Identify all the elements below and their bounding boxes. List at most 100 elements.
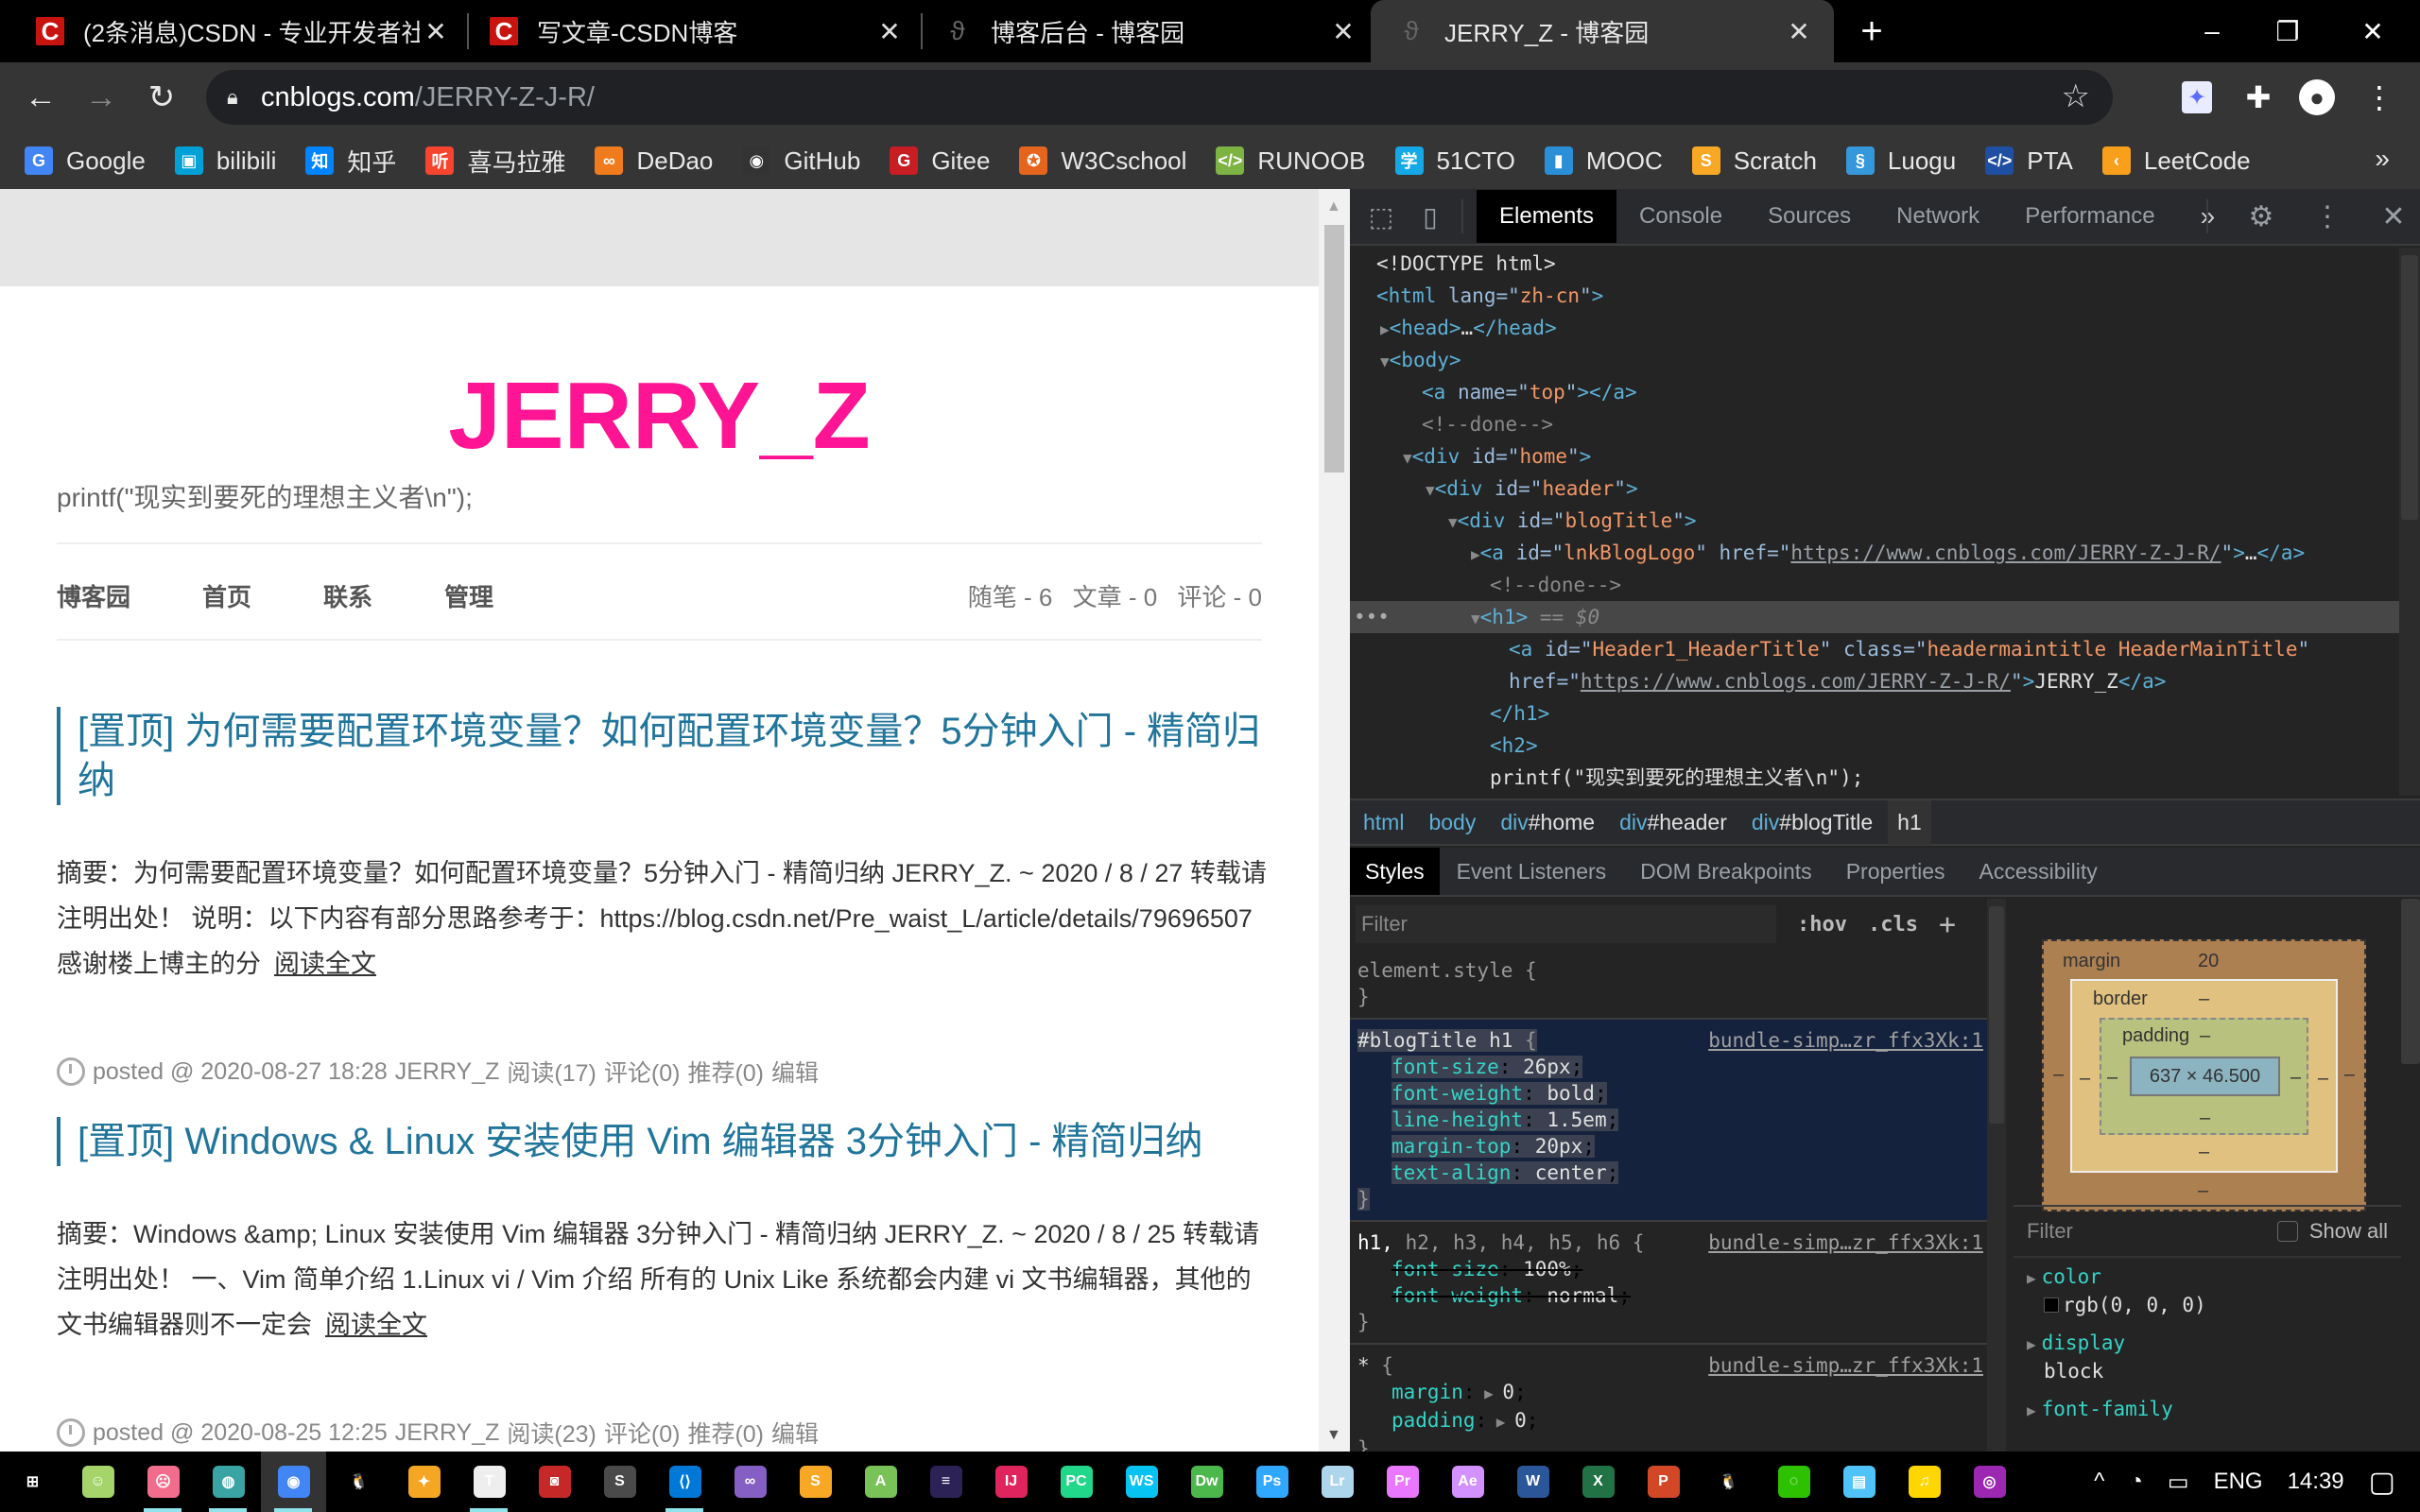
breadcrumb-item[interactable]: h1: [1888, 799, 1931, 845]
border-left-value[interactable]: –: [2080, 1068, 2090, 1090]
address-bar[interactable]: 🔒︎ cnblogs.com/JERRY-Z-J-R/ ☆: [206, 70, 2113, 125]
border-right-value[interactable]: –: [2318, 1068, 2328, 1090]
bookmark--[interactable]: 知知乎: [305, 144, 396, 179]
post-title-link[interactable]: [置顶] 为何需要配置环境变量？如何配置环境变量？5分钟入门 - 精简归纳: [57, 707, 1267, 805]
post-edit[interactable]: 编辑: [771, 1055, 819, 1089]
box-model-border[interactable]: border – – – – padding – – – – 637 × 46.…: [2070, 979, 2338, 1173]
show-all-toggle[interactable]: Show all: [2276, 1219, 2388, 1244]
style-rule-headings[interactable]: h1, h2, h3, h4, h5, h6 { bundle-simp…zr_…: [1350, 1222, 1995, 1345]
settings-gear-icon[interactable]: ⚙: [2235, 198, 2288, 234]
breadcrumb-item[interactable]: html: [1363, 810, 1404, 835]
dom-node[interactable]: href="https://www.cnblogs.com/JERRY-Z-J-…: [1350, 665, 2399, 697]
taskbar-scratch-app[interactable]: S: [783, 1452, 848, 1512]
bookmarks-overflow-icon[interactable]: »: [2375, 144, 2390, 174]
css-value[interactable]: 0: [1514, 1409, 1527, 1432]
padding-right-value[interactable]: –: [2290, 1067, 2301, 1089]
css-value[interactable]: 0: [1502, 1381, 1514, 1403]
taskbar-premiere[interactable]: Pr: [1370, 1452, 1435, 1512]
close-tab-icon[interactable]: ✕: [420, 16, 452, 47]
style-rule-universal[interactable]: * { bundle-simp…zr_ffx3Xk:1 margin: ▶ 0;…: [1350, 1345, 1995, 1452]
post-title-link[interactable]: [置顶] Windows & Linux 安装使用 Vim 编辑器 3分钟入门 …: [57, 1117, 1267, 1166]
taskbar-music-player[interactable]: ◎: [1957, 1452, 2022, 1512]
close-tab-icon[interactable]: ✕: [1327, 16, 1359, 47]
taskbar-eclipse[interactable]: ≡: [913, 1452, 978, 1512]
taskbar-android-studio[interactable]: A: [848, 1452, 913, 1512]
taskbar-wechat[interactable]: ◌: [1761, 1452, 1826, 1512]
css-property[interactable]: margin: [1392, 1381, 1463, 1403]
box-model-margin[interactable]: margin 20 – – – border – – – – padding –…: [2042, 939, 2366, 1211]
taskbar-happy-face-app[interactable]: ☺: [65, 1452, 130, 1512]
taskbar-vscode[interactable]: ⟨⟩: [652, 1452, 717, 1512]
dom-node[interactable]: <!--done-->: [1350, 408, 2399, 440]
css-value[interactable]: 20px: [1535, 1135, 1583, 1158]
dom-node[interactable]: ▼<div id="header">: [1350, 472, 2399, 505]
dom-node[interactable]: <h2>: [1350, 730, 2399, 762]
collapse-triangle-icon[interactable]: ▼: [1448, 513, 1458, 531]
bookmark-runoob[interactable]: </> RUNOOB: [1216, 146, 1366, 176]
padding-left-value[interactable]: –: [2107, 1067, 2118, 1089]
show-all-checkbox[interactable]: [2276, 1221, 2298, 1242]
border-top-value[interactable]: –: [2199, 988, 2209, 1010]
hover-state-button[interactable]: :hov: [1797, 913, 1847, 936]
devtools-tab-network[interactable]: Network: [1874, 190, 2002, 243]
expand-triangle-icon[interactable]: ▶: [1476, 1384, 1503, 1402]
taskbar-pycharm[interactable]: PC: [1044, 1452, 1109, 1512]
expand-triangle-icon[interactable]: ▶: [1471, 545, 1480, 563]
styles-filter-input[interactable]: Filter: [1356, 905, 1776, 943]
close-devtools-icon[interactable]: ✕: [2367, 198, 2420, 234]
dom-node[interactable]: <a id="Header1_HeaderTitle" class="heade…: [1350, 633, 2399, 665]
extensions-puzzle-icon[interactable]: ✚: [2237, 76, 2280, 119]
margin-right-value[interactable]: –: [2344, 1064, 2355, 1086]
rule-source-link[interactable]: bundle-simp…zr_ffx3Xk:1: [1708, 1027, 1983, 1054]
bookmark-mooc[interactable]: ▮ MOOC: [1544, 146, 1663, 176]
bookmark-github[interactable]: ◉ GitHub: [742, 146, 860, 176]
battery-icon[interactable]: ▭: [2168, 1469, 2189, 1496]
taskbar-fox-app[interactable]: ✦: [391, 1452, 457, 1512]
box-model-padding[interactable]: padding – – – – 637 × 46.500: [2100, 1018, 2308, 1135]
new-tab-button[interactable]: +: [1848, 8, 1895, 55]
taskbar-powerpoint[interactable]: P: [1631, 1452, 1696, 1512]
tab-csdn-write[interactable]: C 写文章-CSDN博客 ✕: [490, 0, 906, 62]
taskbar-visual-studio[interactable]: ∞: [717, 1452, 783, 1512]
nav-cnblogs[interactable]: 博客园: [57, 578, 130, 613]
color-swatch[interactable]: [2044, 1297, 2059, 1313]
dom-node[interactable]: ▼<div id="blogTitle">: [1350, 505, 2399, 537]
page-scrollbar-thumb[interactable]: [1324, 225, 1344, 472]
padding-top-value[interactable]: –: [2200, 1025, 2210, 1047]
tray-chevron-icon[interactable]: ^: [2094, 1469, 2104, 1495]
expand-triangle-icon[interactable]: ▶: [1487, 1413, 1514, 1431]
post-comments[interactable]: 评论(0): [604, 1416, 681, 1450]
bookmark-gitee[interactable]: G Gitee: [890, 146, 990, 176]
taskbar-qq-linux[interactable]: 🐧: [326, 1452, 391, 1512]
post-edit[interactable]: 编辑: [771, 1416, 819, 1450]
wifi-icon[interactable]: ◔: [2129, 1469, 2143, 1495]
computed-prop[interactable]: ▶ display block: [2014, 1324, 2401, 1390]
rule-source-link[interactable]: bundle-simp…zr_ffx3Xk:1: [1708, 1352, 1983, 1379]
taskbar-word[interactable]: W: [1500, 1452, 1565, 1512]
devtools-tab-console[interactable]: Console: [1616, 190, 1745, 243]
style-rule-element[interactable]: element.style { }: [1350, 950, 1995, 1020]
taskbar-lightroom[interactable]: Lr: [1305, 1452, 1370, 1512]
styles-scrollbar-thumb[interactable]: [1989, 906, 2004, 1124]
dom-node[interactable]: ▶<a id="lnkBlogLogo" href="https://www.c…: [1350, 537, 2399, 569]
collapse-triangle-icon[interactable]: ▼: [1471, 610, 1480, 627]
collapse-triangle-icon[interactable]: ▼: [1426, 481, 1435, 499]
bookmark-star-icon[interactable]: ☆: [2062, 77, 2090, 115]
css-property[interactable]: font-weight: [1392, 1082, 1523, 1105]
restore-button[interactable]: ❐: [2250, 0, 2325, 62]
taskbar-chrome[interactable]: ◉: [261, 1452, 326, 1512]
taskbar-qq-music[interactable]: ♫: [1892, 1452, 1957, 1512]
tab-cnblogs-admin[interactable]: ϑ 博客后台 - 博客园 ✕: [943, 0, 1359, 62]
reload-button[interactable]: ↻: [138, 74, 185, 121]
tab-jerry-z-cnblogs[interactable]: ϑ JERRY_Z - 博客园 ✕: [1371, 0, 1834, 62]
devtools-tab-performance[interactable]: Performance: [2002, 190, 2177, 243]
css-value[interactable]: 100%: [1523, 1258, 1571, 1280]
devtools-tab-sources[interactable]: Sources: [1745, 190, 1874, 243]
devtools-tab-elements[interactable]: Elements: [1477, 190, 1617, 243]
attr-link[interactable]: https://www.cnblogs.com/JERRY-Z-J-R/: [1790, 541, 2221, 564]
margin-top-value[interactable]: 20: [2198, 951, 2219, 972]
breadcrumb-item[interactable]: div#blogTitle: [1752, 810, 1873, 835]
taskbar-photoshop[interactable]: Ps: [1239, 1452, 1305, 1512]
extension-bird-icon[interactable]: ✦: [2182, 81, 2212, 113]
computed-prop[interactable]: ▶ font-family: [2014, 1390, 2401, 1430]
